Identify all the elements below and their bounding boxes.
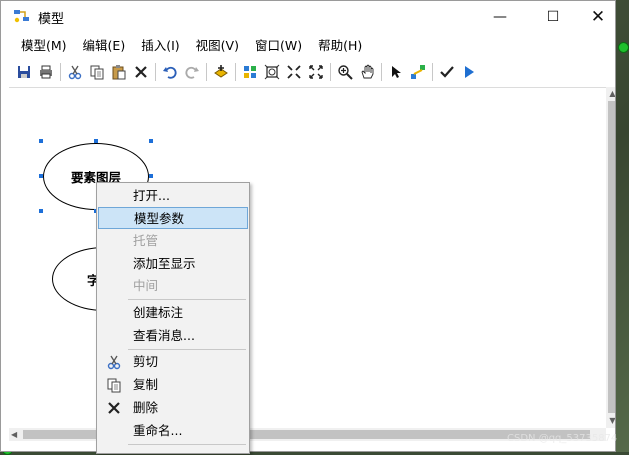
selection-handle[interactable] (39, 139, 43, 143)
auto-layout-button[interactable] (239, 61, 261, 83)
toolbar-separator (206, 63, 207, 81)
pan-button[interactable] (356, 61, 378, 83)
ctx-item-open[interactable]: 打开... (98, 185, 248, 207)
menu-edit[interactable]: 编辑(E) (75, 35, 134, 57)
copy-icon (107, 378, 121, 393)
scroll-up-icon[interactable]: ▲ (608, 89, 615, 99)
pan-icon (361, 64, 374, 79)
scroll-down-icon[interactable]: ▼ (608, 416, 615, 426)
run-icon (465, 66, 474, 78)
select-button[interactable] (385, 61, 407, 83)
menu-help[interactable]: 帮助(H) (310, 35, 370, 57)
menu-insert[interactable]: 插入(I) (133, 35, 187, 57)
print-icon (40, 65, 52, 79)
run-button[interactable] (458, 61, 480, 83)
connect-icon (411, 65, 425, 79)
zoom-in-icon (338, 65, 353, 80)
validate-icon (440, 66, 454, 78)
toolbar-separator (60, 63, 61, 81)
selection-handle[interactable] (39, 209, 43, 213)
full-extent-button[interactable] (261, 61, 283, 83)
scroll-left-icon[interactable]: ◀ (11, 429, 21, 440)
close-button[interactable]: ✕ (575, 1, 615, 32)
ctx-item-cut[interactable]: 剪切 (98, 351, 248, 373)
toolbar (1, 60, 615, 84)
auto-layout-icon (244, 66, 256, 78)
add-data-icon (214, 65, 228, 78)
print-button[interactable] (35, 61, 57, 83)
undo-icon (163, 66, 177, 79)
toolbar-separator (155, 63, 156, 81)
connect-button[interactable] (407, 61, 429, 83)
toolbar-separator (330, 63, 331, 81)
toolbar-separator (381, 63, 382, 81)
full-extent-icon (264, 64, 280, 80)
menu-separator (128, 349, 246, 350)
menu-separator (128, 299, 246, 300)
fixed-zoom-in-button[interactable] (283, 61, 305, 83)
ctx-item-add-to-display[interactable]: 添加至显示 (98, 253, 248, 275)
zoom-in-fixed-icon (287, 65, 301, 79)
selection-handle[interactable] (149, 139, 153, 143)
menu-model[interactable]: 模型(M) (13, 35, 75, 57)
selection-handle[interactable] (94, 139, 98, 143)
validate-button[interactable] (436, 61, 458, 83)
copy-button[interactable] (86, 61, 108, 83)
context-menu: 打开... 模型参数 托管 添加至显示 中间 创建标注 查看消息... 剪切 复… (96, 182, 250, 454)
maximize-button[interactable]: ☐ (530, 1, 576, 32)
watermark: CSDN @qq_53735874 (507, 433, 618, 444)
menu-separator (128, 444, 246, 445)
title-bar: 模型 — ☐ ✕ (1, 1, 615, 32)
map-marker-icon (618, 42, 629, 53)
vertical-scroll-thumb[interactable] (608, 101, 615, 413)
minimize-button[interactable]: — (477, 1, 523, 32)
model-builder-icon (14, 10, 29, 23)
add-data-button[interactable] (210, 61, 232, 83)
save-icon (18, 66, 30, 78)
paste-button[interactable] (108, 61, 130, 83)
delete-button[interactable] (130, 61, 152, 83)
vertical-scrollbar[interactable]: ▲ ▼ (606, 87, 615, 428)
selection-handle[interactable] (39, 174, 43, 178)
ctx-item-rename[interactable]: 重命名... (98, 420, 248, 442)
toolbar-separator (235, 63, 236, 81)
window-title: 模型 (38, 12, 65, 27)
ctx-item-create-label[interactable]: 创建标注 (98, 302, 248, 324)
redo-icon (185, 66, 199, 79)
fixed-zoom-out-button[interactable] (305, 61, 327, 83)
menu-bar: 模型(M) 编辑(E) 插入(I) 视图(V) 窗口(W) 帮助(H) (1, 35, 615, 57)
ctx-item-delete[interactable]: 删除 (98, 397, 248, 419)
ctx-item-view-messages[interactable]: 查看消息... (98, 325, 248, 347)
ctx-item-managed: 托管 (133, 233, 159, 248)
paste-icon (112, 65, 126, 80)
delete-x-icon (108, 402, 120, 414)
cut-button[interactable] (64, 61, 86, 83)
zoom-out-fixed-icon (309, 65, 323, 79)
scissors-icon (107, 355, 121, 370)
menu-window[interactable]: 窗口(W) (247, 35, 310, 57)
cut-icon (68, 65, 82, 80)
ctx-item-model-parameter[interactable]: 模型参数 (98, 207, 248, 229)
zoom-in-button[interactable] (334, 61, 356, 83)
menu-view[interactable]: 视图(V) (188, 35, 247, 57)
select-icon (392, 66, 401, 78)
copy-icon (90, 65, 104, 80)
selection-handle[interactable] (149, 174, 153, 178)
ctx-item-copy[interactable]: 复制 (98, 374, 248, 396)
toolbar-separator (432, 63, 433, 81)
delete-icon (135, 66, 147, 78)
undo-button[interactable] (159, 61, 181, 83)
model-window: 模型 — ☐ ✕ 模型(M) 编辑(E) 插入(I) 视图(V) 窗口(W) 帮… (0, 0, 616, 452)
ctx-item-intermediate: 中间 (133, 278, 159, 293)
save-button[interactable] (13, 61, 35, 83)
redo-button[interactable] (181, 61, 203, 83)
